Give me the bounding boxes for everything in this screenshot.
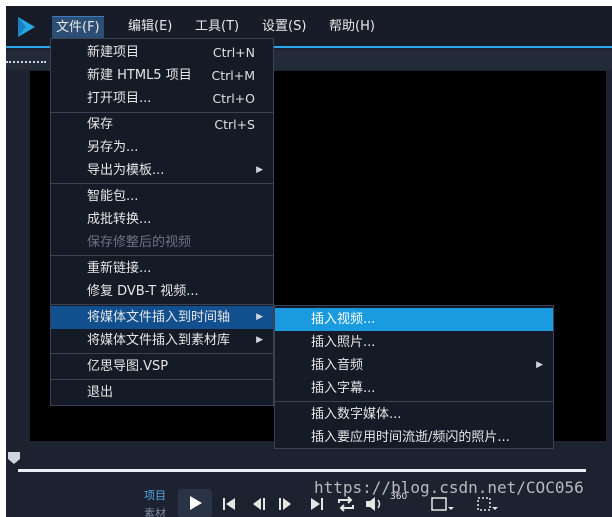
menu-item-shortcut: Ctrl+S	[214, 117, 255, 132]
play-button[interactable]	[178, 489, 212, 517]
menu-item-shortcut: Ctrl+O	[212, 91, 255, 106]
menu-separator	[51, 304, 273, 305]
submenu-item[interactable]: 插入要应用时间流逝/频闪的照片...	[275, 426, 553, 449]
submenu-item[interactable]: 插入字幕...	[275, 377, 553, 400]
aspect-ratio-icon[interactable]	[430, 495, 454, 513]
file-menu-item[interactable]: 亿思导图.VSP	[51, 355, 273, 378]
app-logo-icon	[18, 17, 35, 37]
previous-frame-icon[interactable]	[250, 495, 268, 513]
menu-item-label: 插入照片...	[311, 335, 376, 350]
play-icon	[190, 496, 202, 510]
file-menu-item[interactable]: 成批转换...	[51, 208, 273, 231]
menu-item-label: 新建项目	[87, 45, 140, 60]
menu-item-shortcut: Ctrl+N	[212, 45, 255, 60]
file-menu-item-insert-timeline[interactable]: 将媒体文件插入到时间轴 ▶	[51, 306, 273, 329]
submenu-arrow-icon: ▶	[256, 165, 263, 175]
menu-item-label: 重新链接...	[87, 261, 152, 276]
menu-edit[interactable]: 编辑(E)	[124, 16, 176, 38]
menu-item-label: 插入视频...	[311, 312, 376, 327]
file-menu-item[interactable]: 另存为...	[51, 136, 273, 159]
submenu-arrow-icon: ▶	[256, 335, 263, 345]
go-to-end-icon[interactable]	[308, 495, 326, 513]
menu-separator	[275, 401, 553, 402]
dotted-divider	[6, 61, 46, 63]
menu-item-label: 退出	[87, 385, 114, 400]
menu-item-shortcut: Ctrl+M	[211, 68, 256, 83]
mode-project-label[interactable]: 项目	[144, 487, 166, 503]
menu-item-label: 智能包...	[87, 189, 139, 204]
file-menu-item[interactable]: 打开项目... Ctrl+O	[51, 87, 273, 110]
mode-clip-label[interactable]: 素材	[144, 505, 166, 517]
menu-help[interactable]: 帮助(H)	[325, 16, 379, 38]
menu-item-label: 插入字幕...	[311, 381, 376, 396]
menu-item-label: 插入数字媒体...	[311, 407, 402, 422]
menu-separator	[51, 255, 273, 256]
submenu-arrow-icon: ▶	[256, 312, 263, 322]
menu-item-label: 新建 HTML5 项目	[87, 68, 192, 83]
menu-item-label: 另存为...	[87, 140, 139, 155]
menu-item-label: 亿思导图.VSP	[87, 359, 169, 374]
scrubber-handle-icon[interactable]	[8, 452, 20, 464]
file-menu: 新建项目 Ctrl+N 新建 HTML5 项目 Ctrl+M 打开项目... C…	[50, 38, 274, 406]
insert-to-timeline-submenu: 插入视频... 插入照片... 插入音频 ▶ 插入字幕... 插入数字媒体...…	[274, 305, 554, 449]
file-menu-item[interactable]: 新建项目 Ctrl+N	[51, 41, 273, 64]
menu-item-label: 打开项目...	[87, 91, 152, 106]
menu-separator	[51, 183, 273, 184]
submenu-item-insert-video[interactable]: 插入视频...	[275, 308, 553, 331]
file-menu-item: 保存修整后的视频	[51, 231, 273, 254]
menu-tools[interactable]: 工具(T)	[191, 16, 243, 38]
volume-icon[interactable]	[364, 495, 384, 513]
file-menu-item[interactable]: 新建 HTML5 项目 Ctrl+M	[51, 64, 273, 87]
submenu-item[interactable]: 插入照片...	[275, 331, 553, 354]
file-menu-item[interactable]: 重新链接...	[51, 257, 273, 280]
submenu-item[interactable]: 插入音频 ▶	[275, 354, 553, 377]
file-menu-item[interactable]: 智能包...	[51, 185, 273, 208]
next-frame-icon[interactable]	[276, 495, 294, 513]
submenu-arrow-icon: ▶	[536, 360, 543, 370]
repeat-icon[interactable]	[336, 495, 356, 513]
menu-separator	[51, 353, 273, 354]
submenu-item[interactable]: 插入数字媒体...	[275, 403, 553, 426]
menu-separator	[51, 379, 273, 380]
go-to-start-icon[interactable]	[220, 495, 238, 513]
menu-item-label: 导出为模板...	[87, 163, 165, 178]
watermark: https://blog.csdn.net/COC056	[314, 478, 584, 497]
menu-item-label: 保存修整后的视频	[87, 235, 192, 250]
menu-item-label: 成批转换...	[87, 212, 152, 227]
file-menu-item[interactable]: 导出为模板... ▶	[51, 159, 273, 182]
menu-item-label: 将媒体文件插入到时间轴	[87, 310, 231, 325]
menu-item-label: 修复 DVB-T 视频...	[87, 284, 199, 299]
file-menu-item[interactable]: 保存 Ctrl+S	[51, 113, 273, 136]
menu-item-label: 将媒体文件插入到素材库	[87, 333, 231, 348]
file-menu-item[interactable]: 将媒体文件插入到素材库 ▶	[51, 329, 273, 352]
menu-item-label: 插入音频	[311, 358, 364, 373]
menu-item-label: 保存	[87, 117, 114, 132]
crop-tool-icon[interactable]	[476, 495, 500, 513]
menu-settings[interactable]: 设置(S)	[258, 16, 310, 38]
menu-file[interactable]: 文件(F)	[52, 16, 104, 39]
timeline-scrubber[interactable]	[18, 469, 586, 472]
menu-item-label: 插入要应用时间流逝/频闪的照片...	[311, 430, 510, 445]
file-menu-item[interactable]: 修复 DVB-T 视频...	[51, 280, 273, 303]
file-menu-item[interactable]: 退出	[51, 381, 273, 404]
